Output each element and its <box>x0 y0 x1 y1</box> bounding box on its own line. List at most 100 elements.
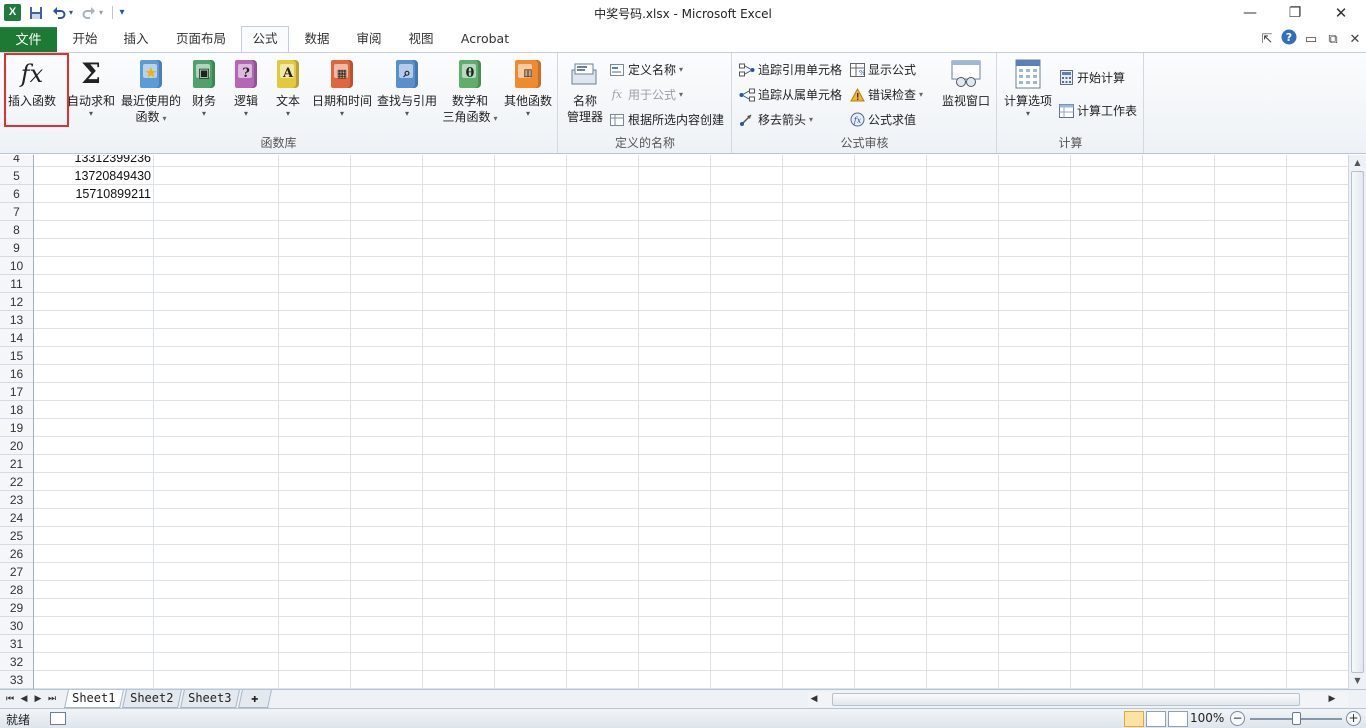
tab-insert[interactable]: 插入 <box>113 26 159 52</box>
macro-recording-icon[interactable] <box>50 712 66 725</box>
tab-view[interactable]: 视图 <box>398 26 444 52</box>
calculate-sheet-button[interactable]: 计算工作表 <box>1058 100 1137 121</box>
recently-used-button[interactable]: ★ 最近使用的 函数 ▾ <box>120 56 182 127</box>
sheet-tab-sheet2[interactable]: Sheet2 <box>122 690 182 708</box>
lookup-reference-button[interactable]: ⌕ 查找与引用 ▾ <box>376 56 438 119</box>
date-time-button[interactable]: ▦ 日期和时间 ▾ <box>310 56 374 119</box>
restore-button[interactable]: ❐ <box>1280 2 1310 24</box>
page-layout-view-button[interactable] <box>1146 711 1166 727</box>
undo-dropdown-icon[interactable]: ▾ <box>66 3 76 22</box>
calculate-now-button[interactable]: 开始计算 <box>1058 67 1125 88</box>
tab-formulas[interactable]: 公式 <box>241 26 289 53</box>
row-header[interactable]: 14 <box>0 329 33 347</box>
row-header[interactable]: 32 <box>0 653 33 671</box>
tab-acrobat[interactable]: Acrobat <box>454 26 516 52</box>
normal-view-button[interactable] <box>1124 711 1144 727</box>
insert-sheet-button[interactable]: ✚ <box>238 690 272 708</box>
row-header[interactable]: 23 <box>0 491 33 509</box>
prev-sheet-icon[interactable]: ◀ <box>18 692 30 706</box>
tab-file[interactable]: 文件 <box>0 27 57 52</box>
show-formulas-button[interactable]: % 显示公式 <box>849 59 916 80</box>
horizontal-scroll-thumb[interactable] <box>832 693 1300 706</box>
cell-a5[interactable]: 13720849430 <box>34 167 153 185</box>
row-header[interactable]: 4 <box>0 155 33 167</box>
row-header[interactable]: 33 <box>0 671 33 689</box>
zoom-slider-thumb[interactable] <box>1292 712 1301 725</box>
worksheet-grid[interactable]: 4 5 6 7 8 9 10 11 12 13 14 15 16 17 18 19 20 21 22 23 24 25 26… <box>0 155 1348 689</box>
row-header[interactable]: 24 <box>0 509 33 527</box>
cell-a6[interactable]: 15710899211 <box>34 185 153 203</box>
row-header[interactable]: 17 <box>0 383 33 401</box>
row-header[interactable]: 5 <box>0 167 33 185</box>
customize-qat-icon[interactable]: ▾ <box>116 3 128 22</box>
scroll-right-icon[interactable]: ▶ <box>1326 692 1338 706</box>
vertical-scroll-thumb[interactable] <box>1351 171 1364 673</box>
excel-app-icon[interactable]: X <box>4 4 21 21</box>
row-header[interactable]: 30 <box>0 617 33 635</box>
tab-review[interactable]: 审阅 <box>346 26 392 52</box>
minimize-button[interactable]: — <box>1235 2 1265 24</box>
evaluate-formula-button[interactable]: fx 公式求值 <box>849 109 916 130</box>
scroll-left-icon[interactable]: ◀ <box>808 692 820 706</box>
error-checking-button[interactable]: 错误检查 ▾ <box>849 84 923 105</box>
zoom-level[interactable]: 100% <box>1190 711 1224 725</box>
name-manager-button[interactable]: 名称 管理器 <box>563 56 607 125</box>
row-header[interactable]: 26 <box>0 545 33 563</box>
row-header[interactable]: 16 <box>0 365 33 383</box>
define-name-button[interactable]: 定义名称 ▾ <box>609 59 683 80</box>
sheet-tab-sheet3[interactable]: Sheet3 <box>180 690 240 708</box>
row-header[interactable]: 22 <box>0 473 33 491</box>
scroll-down-icon[interactable]: ▼ <box>1349 673 1366 689</box>
row-header[interactable]: 21 <box>0 455 33 473</box>
text-button[interactable]: A 文本 ▾ <box>270 56 306 119</box>
next-sheet-icon[interactable]: ▶ <box>32 692 44 706</box>
workbook-minimize-icon[interactable]: ▭ <box>1300 32 1322 47</box>
cell-a4[interactable]: 13312399236 <box>34 155 153 167</box>
row-header[interactable]: 20 <box>0 437 33 455</box>
row-header[interactable]: 10 <box>0 257 33 275</box>
row-header[interactable]: 19 <box>0 419 33 437</box>
row-header[interactable]: 29 <box>0 599 33 617</box>
more-functions-button[interactable]: ▥ 其他函数 ▾ <box>502 56 554 119</box>
autosum-button[interactable]: Σ 自动求和 ▾ <box>64 56 118 119</box>
row-header[interactable]: 11 <box>0 275 33 293</box>
math-trig-button[interactable]: θ 数学和 三角函数 ▾ <box>440 56 500 127</box>
watch-window-button[interactable]: 监视窗口 <box>939 56 993 109</box>
tab-data[interactable]: 数据 <box>294 26 340 52</box>
row-header[interactable]: 6 <box>0 185 33 203</box>
horizontal-scrollbar[interactable]: ◀ ▶ <box>808 692 1348 707</box>
workbook-restore-icon[interactable]: ⧉ <box>1322 32 1344 47</box>
financial-button[interactable]: ▣ 财务 ▾ <box>186 56 222 119</box>
row-header[interactable]: 12 <box>0 293 33 311</box>
row-header[interactable]: 13 <box>0 311 33 329</box>
zoom-out-button[interactable]: − <box>1230 711 1245 726</box>
trace-dependents-button[interactable]: 追踪从属单元格 <box>739 84 842 105</box>
row-header[interactable]: 9 <box>0 239 33 257</box>
help-icon[interactable]: ? <box>1278 29 1300 49</box>
vertical-scrollbar[interactable]: ▲ ▼ <box>1348 155 1366 689</box>
save-icon[interactable] <box>27 3 45 22</box>
sheet-tab-sheet1[interactable]: Sheet1 <box>64 690 124 708</box>
redo-dropdown-icon[interactable]: ▾ <box>96 3 106 22</box>
create-from-selection-button[interactable]: 根据所选内容创建 <box>609 109 724 130</box>
row-header[interactable]: 18 <box>0 401 33 419</box>
logical-button[interactable]: ? 逻辑 ▾ <box>228 56 264 119</box>
trace-precedents-button[interactable]: 追踪引用单元格 <box>739 59 842 80</box>
scroll-up-icon[interactable]: ▲ <box>1349 155 1366 171</box>
calculation-options-button[interactable]: 计算选项 ▾ <box>1002 56 1054 119</box>
use-in-formula-button[interactable]: fx 用于公式 ▾ <box>609 84 683 105</box>
row-header[interactable]: 25 <box>0 527 33 545</box>
last-sheet-icon[interactable]: ⏭ <box>46 692 58 706</box>
close-button[interactable]: ✕ <box>1326 2 1356 24</box>
row-header[interactable]: 28 <box>0 581 33 599</box>
first-sheet-icon[interactable]: ⏮ <box>4 692 16 706</box>
remove-arrows-button[interactable]: 移去箭头 ▾ <box>739 109 813 130</box>
row-header[interactable]: 31 <box>0 635 33 653</box>
tab-page-layout[interactable]: 页面布局 <box>168 26 234 52</box>
page-break-view-button[interactable] <box>1168 711 1188 727</box>
row-header[interactable]: 8 <box>0 221 33 239</box>
tab-home[interactable]: 开始 <box>62 26 108 52</box>
row-header[interactable]: 15 <box>0 347 33 365</box>
workbook-close-icon[interactable]: ✕ <box>1344 32 1366 47</box>
zoom-in-button[interactable]: + <box>1346 711 1361 726</box>
